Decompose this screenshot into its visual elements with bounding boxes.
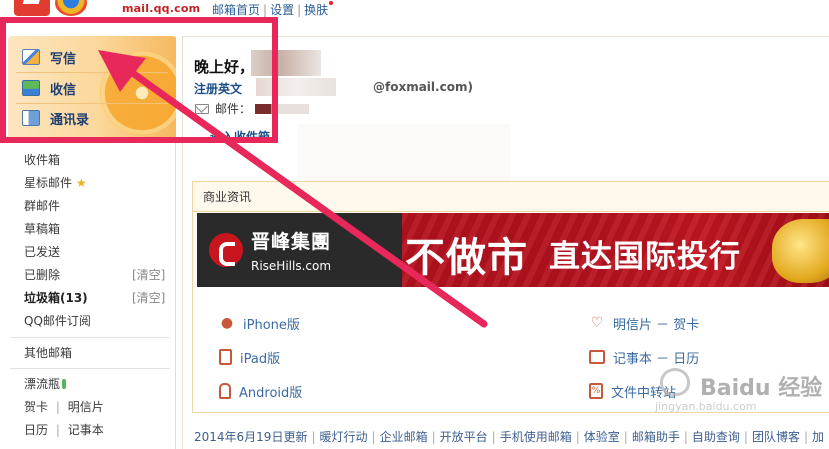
risehills-logo-icon [209,233,243,267]
new-dot-icon [329,1,334,5]
mail-url[interactable]: mail.qq.com [122,2,200,15]
footer-link[interactable]: 邮箱助手 [632,430,680,444]
footer-link[interactable]: 体验室 [584,430,620,444]
foxmail-address-suffix: @foxmail.com) [373,80,473,94]
qq-penguin-logo-icon[interactable] [55,0,87,16]
app-ipad-label: iPad版 [240,351,281,367]
divider [10,337,170,338]
separator: | [491,430,496,444]
separator: | [431,430,436,444]
watermark-text: Baidu 经验 [700,376,823,401]
drift-bottle-link[interactable]: 漂流瓶 [24,375,67,393]
separator: | [311,430,316,444]
separator: | [297,3,302,17]
clear-deleted-link[interactable]: [清空] [132,266,165,283]
separator: | [263,3,268,17]
golden-bull-icon [772,219,829,283]
folder-other-mailbox[interactable]: 其他邮箱 [24,344,72,362]
footer-link[interactable]: 企业邮箱 [380,430,428,444]
folder-qq-subscription[interactable]: QQ邮件订阅 [24,312,91,330]
banner-company-cn: 晋峰集團 [251,231,332,253]
postcard-card-link[interactable]: ♡ 明信片 － 贺卡 [589,312,700,334]
notebook-calendar-link[interactable]: 记事本 － 日历 [589,346,699,368]
blurred-area [297,124,511,182]
footer-update-date[interactable]: 2014年6月19日更新 [194,430,307,444]
separator: | [55,400,60,414]
drift-bottle-label: 漂流瓶 [24,377,61,391]
apple-icon: ● [220,315,234,331]
calendar-links: 日历 | 记事本 [24,421,104,439]
app-android-label: Android版 [239,385,303,401]
app-android-link[interactable]: Android版 [219,380,302,402]
footer-link[interactable]: 加 [812,430,824,444]
separator: | [803,430,808,444]
ipad-icon [219,349,232,365]
bottle-icon [62,379,67,389]
footer-link[interactable]: 自助查询 [692,430,740,444]
watermark-subtext: jingyan.baidu.com [655,400,757,413]
ad-banner[interactable]: 晋峰集團 RiseHills.com 不做市 直达国际投行 [197,213,829,287]
folder-spam[interactable]: 垃圾箱(13) [24,289,88,307]
annotation-highlight-box [0,17,278,143]
footer-link[interactable]: 开放平台 [440,430,488,444]
folder-starred-label: 星标邮件 [24,176,73,190]
folder-starred[interactable]: 星标邮件 ★ [24,174,87,192]
top-links: 邮箱首页 | 设置 | 换肤 [212,1,334,18]
link-settings[interactable]: 设置 [270,3,294,17]
banner-company-en: RiseHills.com [251,259,332,273]
notebook-link[interactable]: 记事本 [68,423,104,437]
qq-mail-logo-icon[interactable] [14,0,50,16]
separator: | [55,423,60,437]
footer-links: 2014年6月19日更新 | 暖灯行动 | 企业邮箱 | 开放平台 | 手机使用邮箱 | 体验室 | 邮… [194,428,824,445]
folder-drafts[interactable]: 草稿箱 [24,220,60,238]
heart-icon: ♡ [590,315,604,331]
business-news-header: 商业资讯 [193,182,829,212]
footer-link[interactable]: 手机使用邮箱 [500,430,572,444]
clear-spam-link[interactable]: [清空] [132,289,165,306]
baidu-paw-watermark-icon [660,368,690,396]
star-icon: ★ [75,176,87,190]
link-change-skin[interactable]: 换肤 [304,3,328,17]
link-mail-home[interactable]: 邮箱首页 [212,3,260,17]
app-iphone-link[interactable]: ● iPhone版 [219,312,300,334]
footer-link[interactable]: 暖灯行动 [320,430,368,444]
separator: | [683,430,688,444]
notebook-calendar-label: 记事本 － 日历 [613,351,700,367]
folder-group[interactable]: 群邮件 [24,197,60,215]
separator: | [743,430,748,444]
greeting-card-link[interactable]: 贺卡 [24,400,48,414]
file-transfer-icon: % [589,383,603,399]
divider [10,368,170,369]
cards-links: 贺卡 | 明信片 [24,398,104,416]
app-ipad-link[interactable]: iPad版 [219,346,280,368]
banner-slogan-2: 直达国际投行 [549,239,741,275]
postcard-link[interactable]: 明信片 [68,400,104,414]
calendar-link[interactable]: 日历 [24,423,48,437]
calendar-icon [589,350,605,364]
app-iphone-label: iPhone版 [243,317,300,333]
postcard-card-label: 明信片 － 贺卡 [613,317,700,333]
folder-inbox[interactable]: 收件箱 [24,151,60,169]
footer-link[interactable]: 团队博客 [752,430,800,444]
separator: | [371,430,376,444]
banner-slogan-1: 不做市 [405,235,528,281]
android-icon [219,383,231,399]
separator: | [623,430,628,444]
separator: | [575,430,580,444]
folder-sent[interactable]: 已发送 [24,243,60,261]
folder-deleted[interactable]: 已删除 [24,266,60,284]
